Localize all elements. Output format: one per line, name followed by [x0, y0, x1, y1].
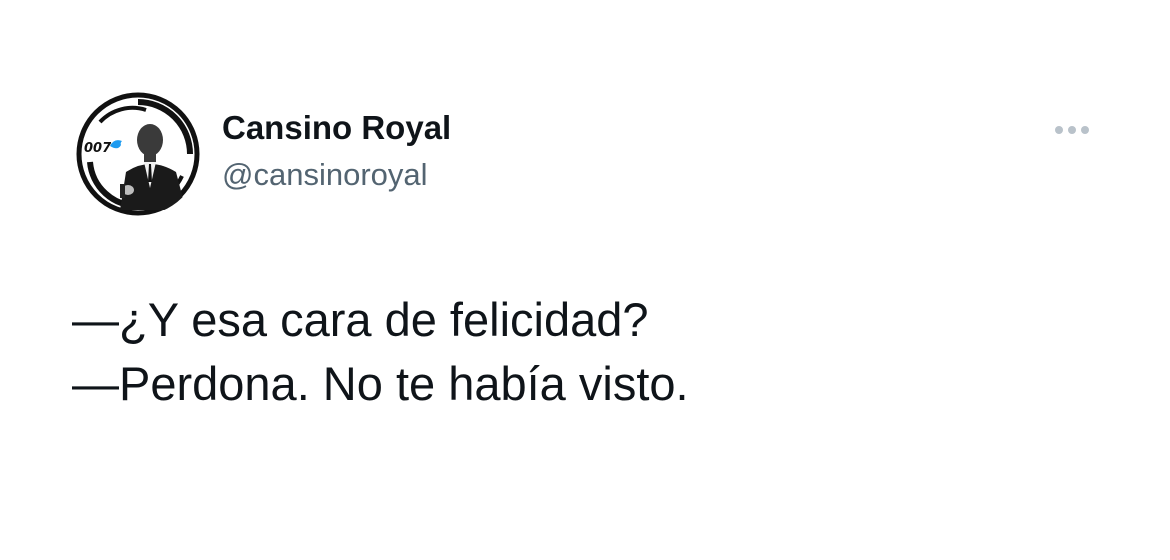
- tweet-line: —¿Y esa cara de felicidad?: [72, 293, 649, 346]
- more-options-icon: [1055, 126, 1063, 134]
- tweet-text: —¿Y esa cara de felicidad? —Perdona. No …: [72, 288, 689, 416]
- more-options-icon: [1081, 126, 1089, 134]
- avatar-badge: 007: [84, 141, 112, 156]
- avatar-image: 007: [76, 92, 200, 216]
- more-options-icon: [1068, 126, 1076, 134]
- author-block: Cansino Royal @cansinoroyal: [222, 108, 451, 195]
- avatar[interactable]: 007: [76, 92, 200, 216]
- tweet-line: —Perdona. No te había visto.: [72, 357, 689, 410]
- tweet-card: 007 Cansino Royal @cansinoroyal —¿Y esa …: [0, 0, 1170, 560]
- display-name[interactable]: Cansino Royal: [222, 108, 451, 148]
- more-options-button[interactable]: [1044, 116, 1100, 144]
- user-handle[interactable]: @cansinoroyal: [222, 155, 451, 195]
